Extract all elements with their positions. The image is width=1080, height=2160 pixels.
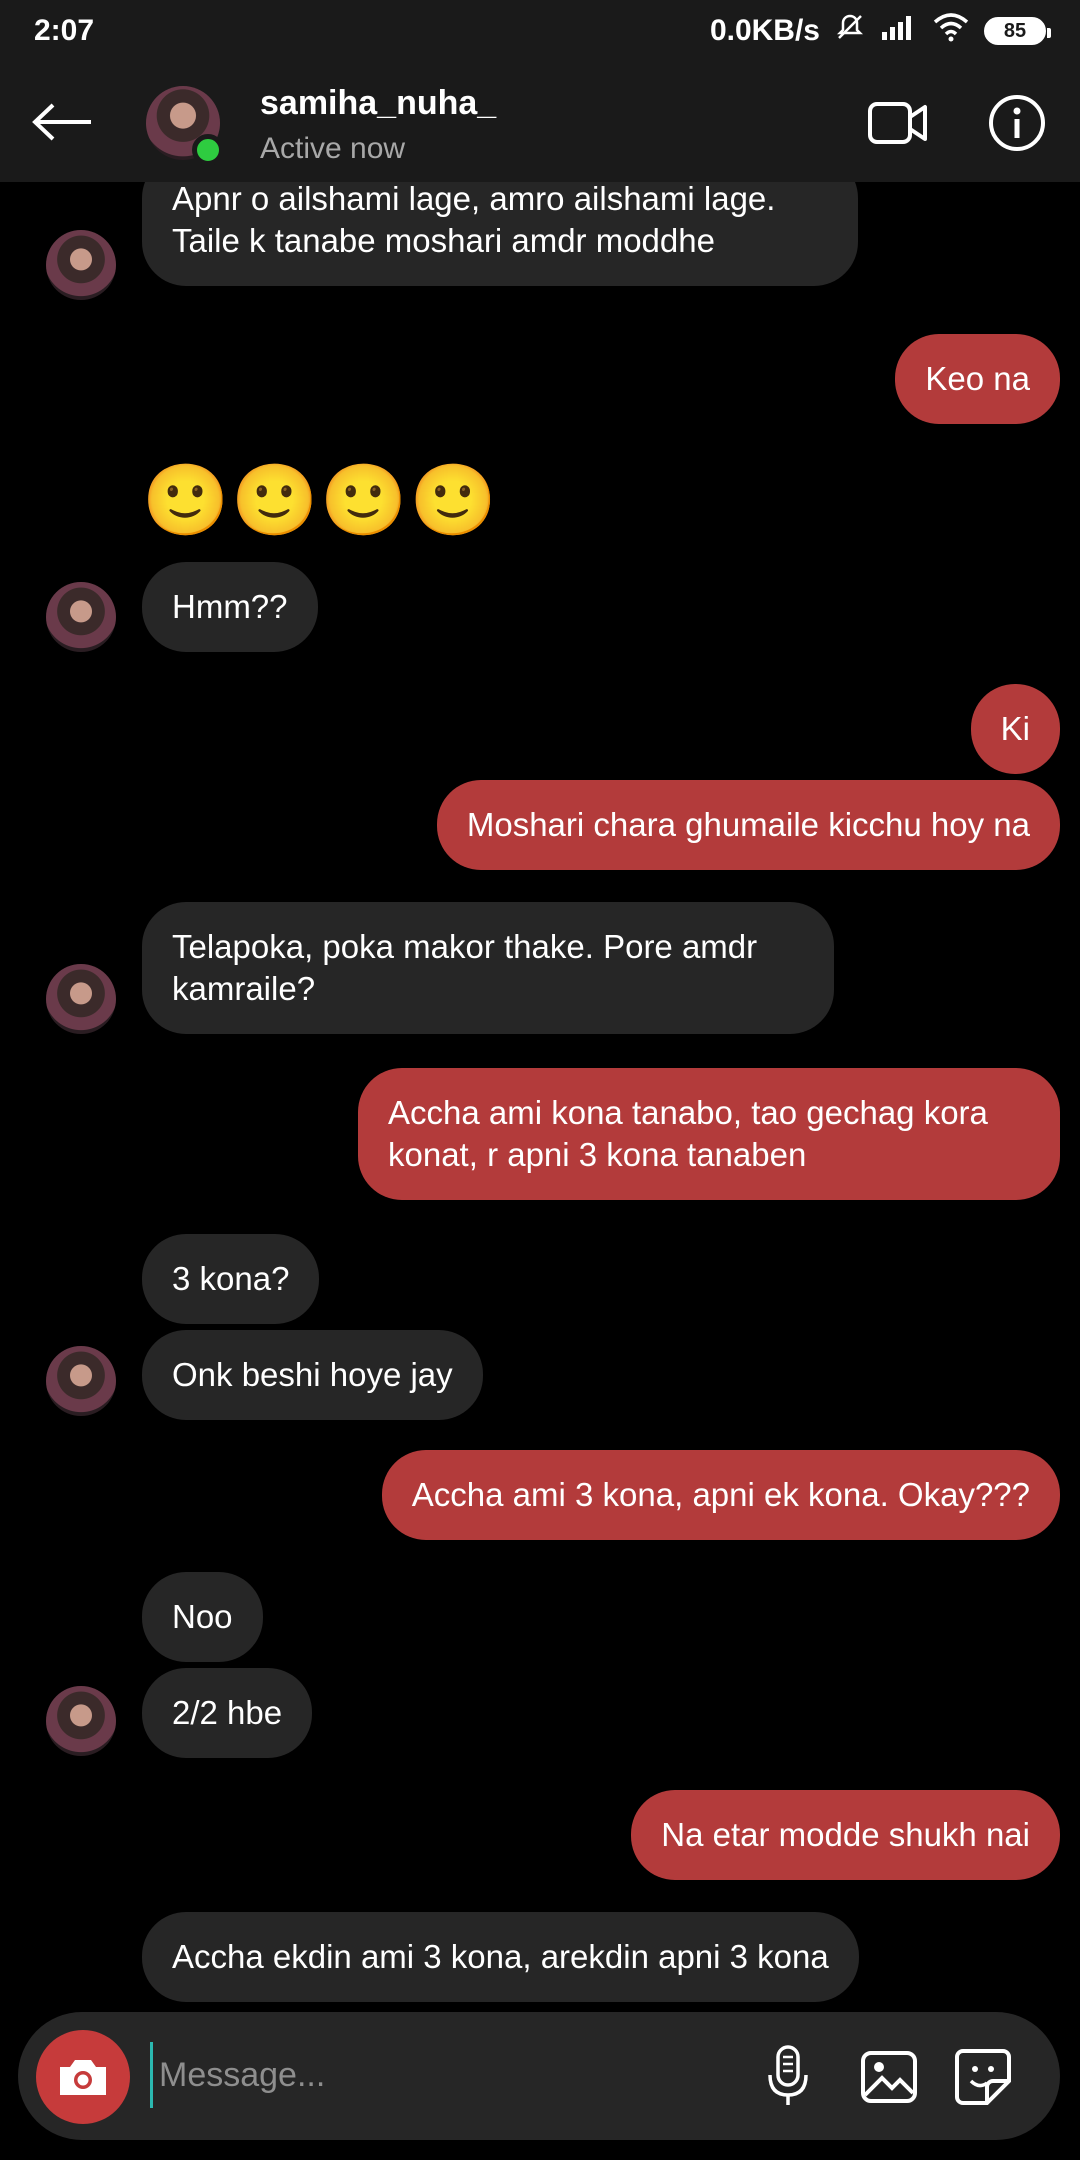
chat-header: samiha_nuha_ Active now (0, 62, 1080, 182)
message-received[interactable]: Apnr o ailshami lage, amro ailshami lage… (142, 182, 858, 286)
message-sent[interactable]: Accha ami kona tanabo, tao gechag kora k… (358, 1068, 1060, 1200)
microphone-icon (768, 2045, 808, 2105)
wifi-icon (932, 12, 970, 50)
message-sent[interactable]: Keo na (895, 334, 1060, 424)
message-received[interactable]: Noo (142, 1572, 263, 1662)
avatar[interactable] (46, 964, 116, 1034)
status-time: 2:07 (34, 14, 95, 47)
battery-level: 85 (1003, 19, 1027, 42)
message-sent[interactable]: Moshari chara ghumaile kicchu hoy na (436, 780, 1060, 870)
signal-icon (880, 12, 918, 50)
sticker-icon (955, 2049, 1011, 2105)
message-sent[interactable]: Na etar modde shukh nai (631, 1790, 1060, 1880)
avatar[interactable] (46, 582, 116, 652)
message-received[interactable]: Accha ekdin ami 3 kona, arekdin apni 3 k… (142, 1912, 859, 2002)
info-icon (989, 95, 1045, 151)
active-status: Active now (260, 132, 406, 165)
avatar[interactable] (46, 230, 116, 300)
battery-icon: 85 (984, 17, 1051, 45)
video-call-button[interactable] (866, 96, 930, 150)
sticker-button[interactable] (948, 2042, 1018, 2112)
status-bar: 2:07 0.0KB/s 85 (0, 0, 1080, 62)
gallery-button[interactable] (854, 2042, 924, 2112)
camera-icon (60, 2060, 106, 2095)
message-received-emoji[interactable]: 🙂🙂🙂🙂 (142, 460, 499, 540)
video-camera-icon (868, 102, 927, 144)
message-received[interactable]: Hmm?? (142, 562, 318, 652)
message-received[interactable]: 3 kona? (142, 1234, 320, 1324)
message-composer (18, 2012, 1060, 2140)
message-sent[interactable]: Accha ami 3 kona, apni ek kona. Okay??? (381, 1450, 1060, 1540)
status-icons: 0.0KB/s 85 (709, 11, 1051, 51)
message-thread[interactable]: Apnr o ailshami lage, amro ailshami lage… (0, 182, 1080, 2012)
network-speed: 0.0KB/s (709, 14, 820, 47)
mute-icon (834, 11, 866, 51)
contact-username[interactable]: samiha_nuha_ (260, 84, 496, 123)
voice-message-button[interactable] (758, 2042, 818, 2112)
back-arrow-icon (32, 103, 91, 141)
back-button[interactable] (30, 94, 94, 150)
message-sent[interactable]: Ki (970, 684, 1060, 774)
avatar[interactable] (46, 1686, 116, 1756)
camera-button[interactable] (36, 2030, 130, 2124)
message-received[interactable]: Telapoka, poka makor thake. Pore amdr ka… (142, 902, 834, 1034)
avatar[interactable] (46, 1346, 116, 1416)
message-received[interactable]: 2/2 hbe (142, 1668, 313, 1758)
info-button[interactable] (988, 94, 1046, 152)
message-received[interactable]: Onk beshi hoye jay (142, 1330, 483, 1420)
message-input[interactable] (150, 2042, 710, 2108)
online-indicator (192, 134, 224, 166)
image-icon (861, 2051, 917, 2103)
